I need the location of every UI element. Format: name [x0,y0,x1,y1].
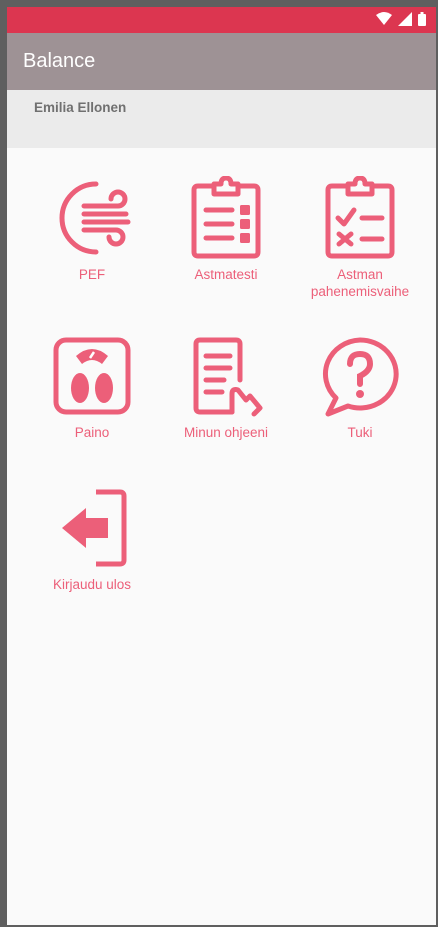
battery-icon [418,12,426,26]
help-bubble-icon [322,337,399,417]
menu-item-label: PEF [78,267,106,282]
logout-icon [62,489,127,567]
signal-icon [398,12,412,26]
menu-item-label: Tuki [347,425,373,440]
document-hand-icon [193,337,263,417]
user-header: Emilia Ellonen [7,90,436,148]
menu-item-label: Paino [74,425,110,440]
menu-item-label: Astman pahenemisvaihe [310,267,410,299]
app-bar: Balance [7,33,436,90]
status-bar [7,7,436,33]
menu-item-label: Astmatesti [194,267,258,282]
menu-item-astmatesti[interactable]: Astmatesti [161,176,291,283]
menu-item-minun-ohjeeni[interactable]: Minun ohjeeni [161,334,291,441]
menu-item-astman-pahenemisvaihe[interactable]: Astman pahenemisvaihe [295,176,425,300]
menu-item-kirjaudu-ulos[interactable]: Kirjaudu ulos [27,486,157,593]
user-name: Emilia Ellonen [34,100,127,115]
menu-item-tuki[interactable]: Tuki [295,334,425,441]
menu-item-paino[interactable]: Paino [27,334,157,441]
clipboard-list-icon [191,176,261,259]
clipboard-check-icon [325,176,395,259]
menu-item-pef[interactable]: PEF [27,176,157,283]
menu-item-label: Kirjaudu ulos [52,577,132,592]
app-title: Balance [23,50,96,72]
scale-icon [53,337,131,415]
phone-screen: Balance Emilia Ellonen PEF Astmatesti As… [7,7,436,925]
menu-item-label: Minun ohjeeni [183,425,269,440]
wifi-icon [376,12,392,25]
wind-icon [59,181,131,255]
